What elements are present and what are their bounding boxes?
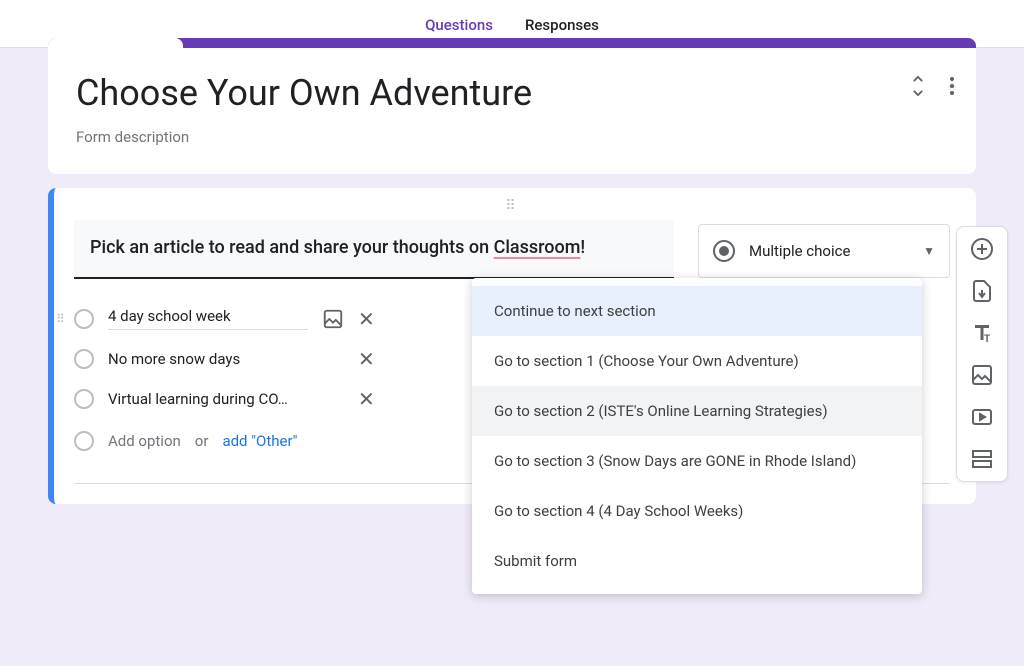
close-icon[interactable]: ✕: [358, 347, 380, 371]
collapse-icon[interactable]: [910, 76, 926, 96]
form-header-card: Choose Your Own Adventure Form descripti…: [48, 38, 976, 174]
question-card: ⠿ Pick an article to read and share your…: [48, 188, 976, 504]
question-text-pre: Pick an article to read and share your t…: [90, 237, 494, 258]
or-text: or: [195, 432, 209, 450]
add-question-icon[interactable]: [970, 237, 994, 261]
header-icons: [910, 76, 954, 96]
dropdown-item-section-4[interactable]: Go to section 4 (4 Day School Weeks): [472, 486, 922, 536]
svg-text:T: T: [984, 334, 990, 345]
add-section-icon[interactable]: [970, 447, 994, 471]
radio-empty-icon: [74, 309, 94, 329]
import-questions-icon[interactable]: [970, 279, 994, 303]
radio-icon: [713, 240, 735, 262]
radio-empty-icon: [74, 349, 94, 369]
question-text-underlined: Classroom: [494, 237, 581, 258]
form-description[interactable]: Form description: [76, 128, 948, 146]
question-row: Pick an article to read and share your t…: [74, 220, 950, 279]
add-image-icon[interactable]: [970, 363, 994, 387]
dropdown-item-submit[interactable]: Submit form: [472, 536, 922, 586]
radio-empty-icon: [74, 431, 94, 451]
section-dropdown: Continue to next section Go to section 1…: [472, 278, 922, 594]
more-icon[interactable]: [950, 77, 954, 95]
option-label[interactable]: Virtual learning during CO…: [108, 390, 308, 408]
add-title-icon[interactable]: T: [970, 321, 994, 345]
question-text-post: !: [580, 237, 585, 258]
dropdown-item-section-2[interactable]: Go to section 2 (ISTE's Online Learning …: [472, 386, 922, 436]
question-type-select[interactable]: Multiple choice ▼: [698, 224, 950, 278]
add-video-icon[interactable]: [970, 405, 994, 429]
option-label[interactable]: No more snow days: [108, 350, 308, 368]
chevron-down-icon: ▼: [923, 244, 935, 258]
add-option-text[interactable]: Add option: [108, 432, 181, 450]
option-label[interactable]: 4 day school week: [108, 307, 308, 330]
drag-handle-option[interactable]: ⠿: [56, 312, 66, 326]
close-icon[interactable]: ✕: [358, 387, 380, 411]
floating-toolbar: T: [956, 226, 1008, 482]
drag-handle-top[interactable]: ⠿: [74, 198, 950, 214]
radio-empty-icon: [74, 389, 94, 409]
dropdown-item-continue[interactable]: Continue to next section: [472, 286, 922, 336]
main-content: Choose Your Own Adventure Form descripti…: [0, 38, 1024, 504]
accent-tab: [48, 38, 183, 48]
image-icon[interactable]: [322, 308, 344, 330]
add-other-link[interactable]: add "Other": [222, 432, 297, 450]
close-icon[interactable]: ✕: [358, 307, 380, 331]
form-title[interactable]: Choose Your Own Adventure: [76, 72, 948, 114]
dropdown-item-section-1[interactable]: Go to section 1 (Choose Your Own Adventu…: [472, 336, 922, 386]
question-type-label: Multiple choice: [749, 242, 909, 260]
question-text-wrap[interactable]: Pick an article to read and share your t…: [74, 220, 674, 279]
dropdown-item-section-3[interactable]: Go to section 3 (Snow Days are GONE in R…: [472, 436, 922, 486]
